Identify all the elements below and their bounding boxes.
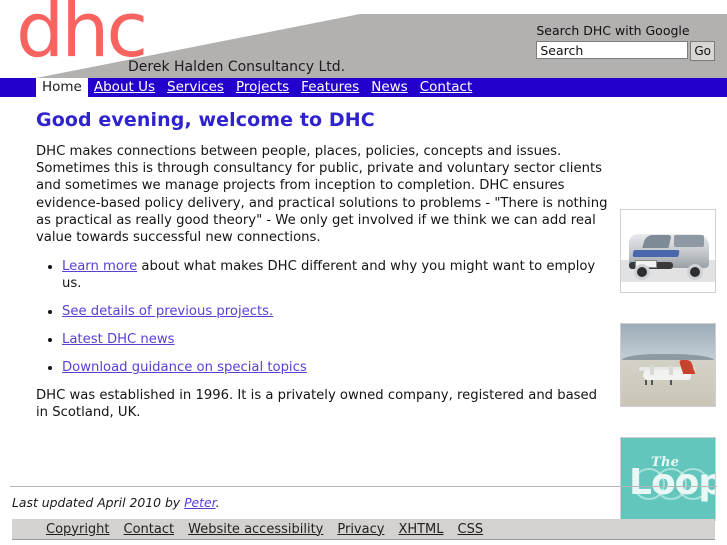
learn-more-link[interactable]: Learn more — [62, 259, 137, 274]
footer-link-css[interactable]: CSS — [458, 522, 484, 537]
nav-item-services[interactable]: Services — [161, 78, 230, 97]
dhc-logo[interactable]: dhc — [16, 0, 148, 68]
van-front-wheel — [634, 264, 650, 280]
footer-link-privacy[interactable]: Privacy — [337, 522, 384, 537]
list-item: Latest DHC news — [62, 331, 608, 348]
plane-photo[interactable] — [620, 323, 716, 407]
footer-link-contact[interactable]: Contact — [124, 522, 175, 537]
list-item-rest: about what makes DHC different and why y… — [62, 259, 596, 292]
van-livery-stripe — [632, 250, 680, 257]
last-updated-author-link[interactable]: Peter — [184, 495, 216, 510]
outro-paragraph: DHC was established in 1996. It is a pri… — [36, 388, 598, 421]
homepage-link-list: Learn more about what makes DHC differen… — [36, 258, 608, 376]
list-item: Download guidance on special topics — [62, 359, 608, 376]
plane-landing-gear — [645, 380, 647, 385]
plane-right-engine — [669, 365, 673, 375]
site-header: dhc Derek Halden Consultancy Ltd. Search… — [0, 0, 727, 78]
van-photo[interactable] — [620, 209, 716, 293]
footer-links-bar: Copyright Contact Website accessibility … — [12, 519, 715, 540]
list-item: See details of previous projects. — [62, 303, 608, 320]
download-guidance-link[interactable]: Download guidance on special topics — [62, 360, 307, 375]
van-side-window — [674, 235, 704, 247]
search-input[interactable] — [536, 41, 689, 59]
latest-news-link[interactable]: Latest DHC news — [62, 332, 175, 347]
nav-item-contact[interactable]: Contact — [414, 78, 479, 97]
search-go-button[interactable]: Go — [690, 41, 715, 61]
list-item: Learn more about what makes DHC differen… — [62, 258, 608, 292]
previous-projects-link[interactable]: See details of previous projects. — [62, 304, 273, 319]
last-updated-prefix: Last updated April 2010 by — [12, 495, 185, 510]
plane-landing-gear — [670, 380, 672, 385]
site-footer: Last updated April 2010 by Peter. Copyri… — [0, 486, 727, 540]
content-column: Good evening, welcome to DHC DHC makes c… — [36, 109, 608, 434]
page-title: Good evening, welcome to DHC — [36, 109, 375, 131]
van-windshield — [642, 235, 672, 248]
main-navigation: Home About Us Services Projects Features… — [0, 78, 727, 97]
plane-left-engine — [650, 365, 654, 375]
nav-item-about-us[interactable]: About Us — [88, 78, 161, 97]
site-tagline: Derek Halden Consultancy Ltd. — [128, 59, 346, 75]
last-updated-text: Last updated April 2010 by Peter. — [0, 487, 727, 510]
side-image-column: The Loop — [620, 209, 716, 521]
search-label: Search DHC with Google — [536, 23, 690, 38]
plane-landing-gear — [651, 380, 653, 385]
nav-item-projects[interactable]: Projects — [230, 78, 295, 97]
intro-paragraph: DHC makes connections between people, pl… — [36, 144, 608, 246]
nav-item-news[interactable]: News — [365, 78, 413, 97]
footer-link-copyright[interactable]: Copyright — [46, 522, 110, 537]
nav-item-home[interactable]: Home — [36, 78, 88, 97]
footer-link-website-accessibility[interactable]: Website accessibility — [188, 522, 323, 537]
search-block: Search DHC with Google Go — [536, 24, 715, 61]
search-row: Go — [536, 41, 715, 61]
van-rear-wheel — [687, 264, 703, 280]
footer-link-xhtml[interactable]: XHTML — [398, 522, 443, 537]
last-updated-suffix: . — [215, 495, 220, 510]
nav-item-features[interactable]: Features — [295, 78, 365, 97]
